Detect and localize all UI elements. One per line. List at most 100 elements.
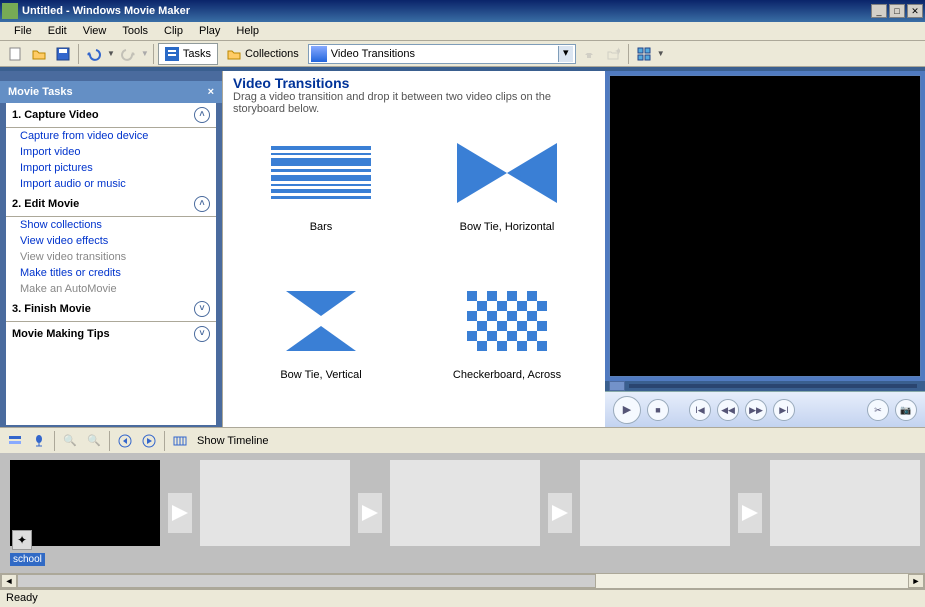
transition-slot[interactable] [168,493,192,533]
undo-button[interactable] [83,43,105,65]
stop-button[interactable]: ■ [647,399,669,421]
task-pane-close-icon[interactable]: × [208,86,214,98]
transition-icon [311,46,327,62]
tasks-toggle[interactable]: Tasks [158,43,218,65]
collections-toggle[interactable]: Collections [220,43,306,65]
task-link[interactable]: Capture from video device [6,128,216,144]
undo-dropdown-icon[interactable]: ▼ [107,49,115,58]
new-folder-button[interactable]: ✦ [602,43,624,65]
rewind-button[interactable]: ◀◀ [717,399,739,421]
chevron-down-icon[interactable]: ˅ [194,301,210,317]
location-input[interactable] [331,46,558,62]
task-link[interactable]: Import audio or music [6,176,216,192]
forward-button[interactable]: ▶▶ [745,399,767,421]
minimize-button[interactable]: _ [871,4,887,18]
storyboard-clip-empty[interactable] [580,460,730,566]
scroll-track[interactable] [17,574,908,588]
menu-help[interactable]: Help [228,25,267,37]
menubar: File Edit View Tools Clip Play Help [0,22,925,41]
transition-item[interactable]: Bow Tie, Horizontal [419,131,595,269]
task-section-capture[interactable]: 1. Capture Video ˄ [6,103,216,128]
effects-icon[interactable]: ✦ [12,530,32,550]
maximize-button[interactable]: □ [889,4,905,18]
storyboard-clip-empty[interactable] [390,460,540,566]
horizontal-scrollbar[interactable]: ◄ ► [0,573,925,589]
transition-item[interactable]: Checkerboard, Across [419,279,595,417]
preview-video [609,75,921,377]
collections-label: Collections [245,48,299,60]
preview-pane: ▶ ■ I◀ ◀◀ ▶▶ ▶I ✂ 📷 [605,71,925,427]
clip-caption: school [10,553,45,566]
task-link[interactable]: View video effects [6,233,216,249]
chevron-up-icon[interactable]: ˄ [194,107,210,123]
task-link[interactable]: Make titles or credits [6,265,216,281]
task-link[interactable]: Import pictures [6,160,216,176]
transition-label: Bow Tie, Vertical [280,369,361,381]
rewind-timeline-button[interactable] [114,430,136,452]
narrate-button[interactable] [28,430,50,452]
prev-button[interactable]: I◀ [689,399,711,421]
up-button[interactable] [578,43,600,65]
show-timeline-icon[interactable] [169,430,191,452]
redo-button[interactable] [117,43,139,65]
transition-slot[interactable] [548,493,572,533]
task-link[interactable]: View video transitions [6,249,216,265]
play-button[interactable]: ▶ [613,396,641,424]
menu-view[interactable]: View [75,25,115,37]
storyboard-clip-empty[interactable] [770,460,920,566]
scroll-thumb[interactable] [17,574,596,588]
task-link[interactable]: Show collections [6,217,216,233]
close-button[interactable]: ✕ [907,4,923,18]
timeline-view-button[interactable] [4,430,26,452]
collection-title: Video Transitions [223,71,605,91]
transition-slot[interactable] [738,493,762,533]
transition-item[interactable]: Bow Tie, Vertical [233,279,409,417]
task-section-finish[interactable]: 3. Finish Movie ˅ [6,297,216,322]
titlebar: Untitled - Windows Movie Maker _ □ ✕ [0,0,925,22]
task-pane-header: Movie Tasks × [0,81,222,103]
zoom-out-button[interactable]: 🔍 [83,430,105,452]
svg-text:✦: ✦ [614,47,620,58]
scroll-left-icon[interactable]: ◄ [1,574,17,588]
seek-track[interactable] [629,384,917,388]
new-button[interactable] [4,43,26,65]
menu-tools[interactable]: Tools [114,25,156,37]
scroll-right-icon[interactable]: ► [908,574,924,588]
storyboard-clip[interactable]: ✦ school [10,460,160,566]
split-button[interactable]: ✂ [867,399,889,421]
task-section-edit[interactable]: 2. Edit Movie ˄ [6,192,216,217]
tasks-icon [165,47,179,61]
open-button[interactable] [28,43,50,65]
menu-file[interactable]: File [6,25,40,37]
window-title: Untitled - Windows Movie Maker [22,5,869,17]
next-button[interactable]: ▶I [773,399,795,421]
transition-slot[interactable] [358,493,382,533]
seek-handle-icon[interactable] [609,381,625,391]
task-section-tips[interactable]: Movie Making Tips ˅ [6,322,216,346]
task-section-title: 3. Finish Movie [12,303,91,315]
menu-clip[interactable]: Clip [156,25,191,37]
chevron-up-icon[interactable]: ˄ [194,196,210,212]
transition-item[interactable]: Bars [233,131,409,269]
save-button[interactable] [52,43,74,65]
chevron-down-icon[interactable]: ˅ [194,326,210,342]
views-button[interactable] [633,43,655,65]
play-timeline-button[interactable] [138,430,160,452]
location-dropdown[interactable]: ▾ [308,44,576,64]
app-icon [2,3,18,19]
task-link[interactable]: Import video [6,144,216,160]
snapshot-button[interactable]: 📷 [895,399,917,421]
collections-icon [227,47,241,61]
menu-edit[interactable]: Edit [40,25,75,37]
show-timeline-label[interactable]: Show Timeline [193,435,273,447]
timeline-toolbar: 🔍 🔍 Show Timeline [0,427,925,453]
menu-play[interactable]: Play [191,25,228,37]
storyboard-clip-empty[interactable] [200,460,350,566]
views-dropdown-icon[interactable]: ▼ [657,49,665,58]
transition-label: Bow Tie, Horizontal [460,221,555,233]
storyboard[interactable]: ✦ school [0,453,925,573]
task-link[interactable]: Make an AutoMovie [6,281,216,297]
zoom-in-button[interactable]: 🔍 [59,430,81,452]
status-bar: Ready [0,589,925,607]
dropdown-arrow-icon[interactable]: ▾ [558,46,573,62]
